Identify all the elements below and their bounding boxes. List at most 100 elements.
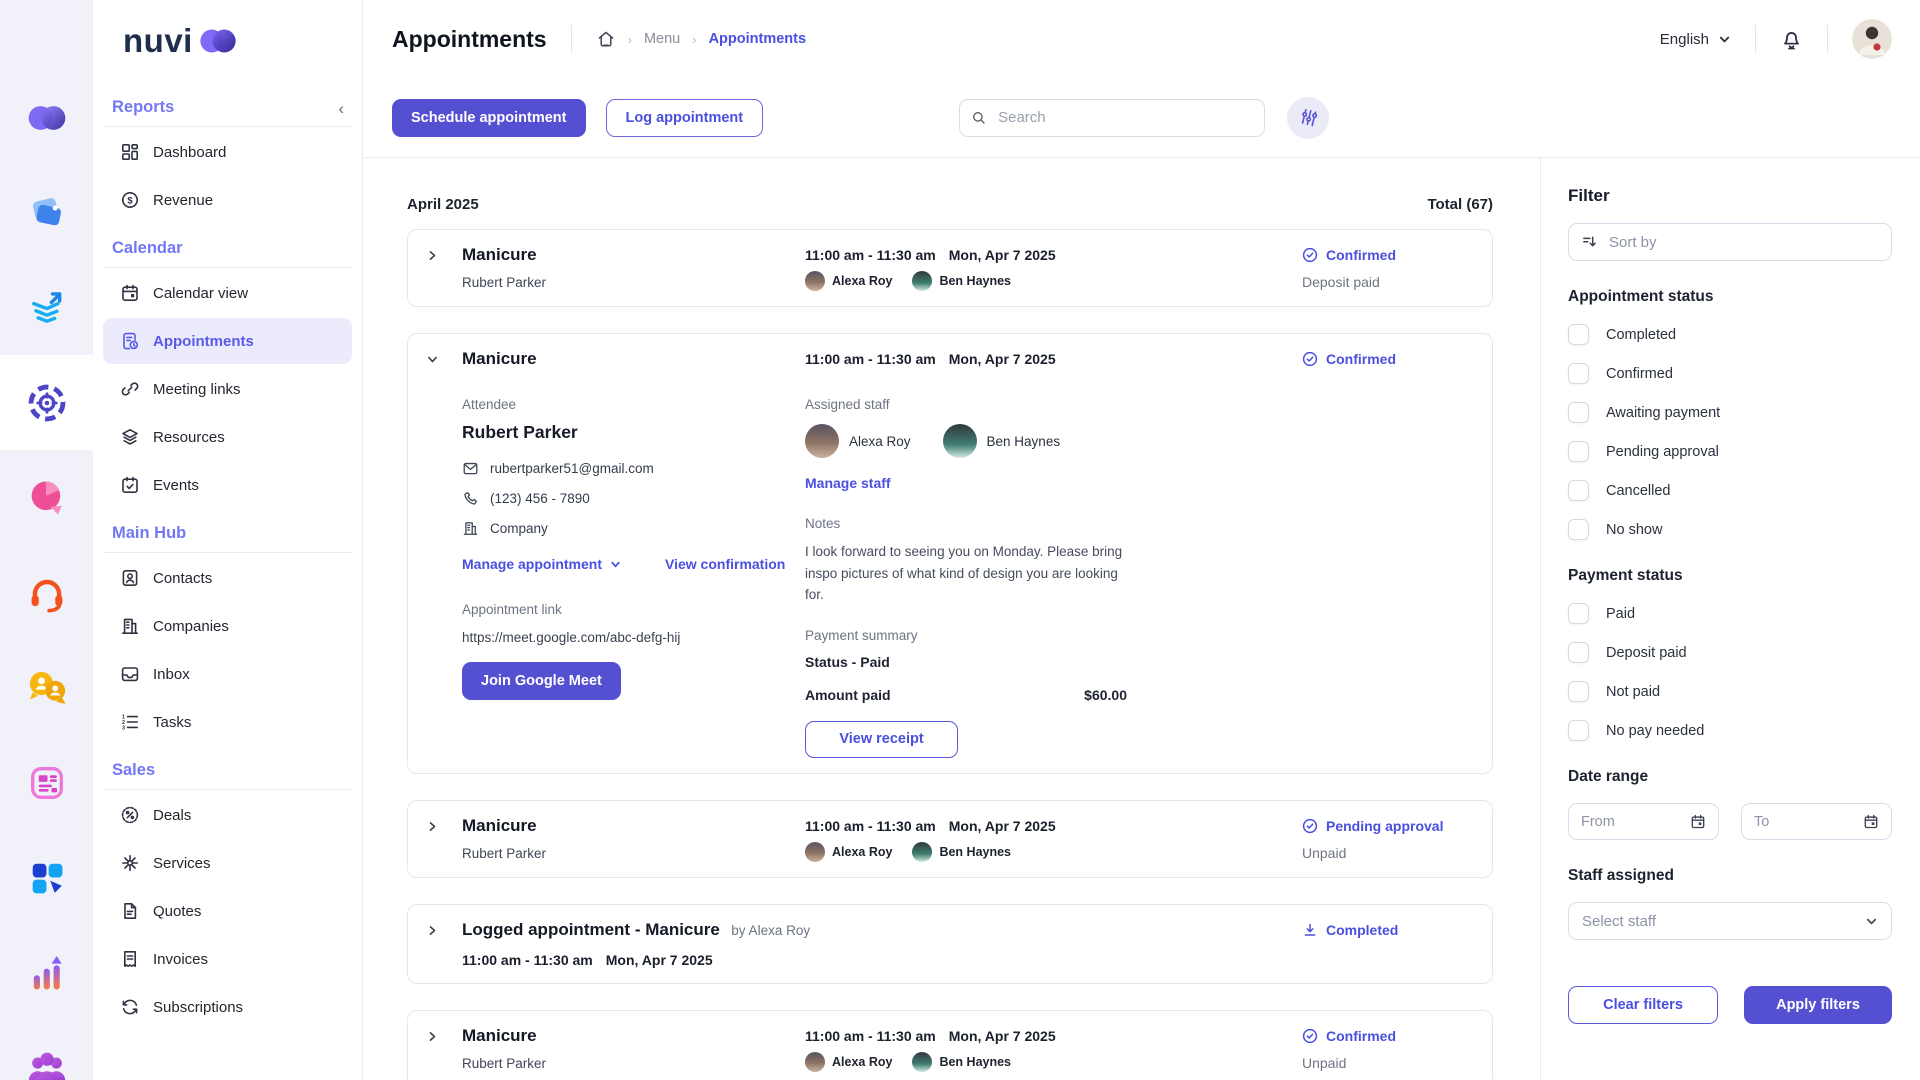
checkbox[interactable] xyxy=(1568,441,1589,462)
language-selector[interactable]: English xyxy=(1660,31,1731,48)
filter-option-paid[interactable]: Paid xyxy=(1568,603,1892,624)
rail-app-infinity[interactable] xyxy=(0,70,93,165)
clear-filters-button[interactable]: Clear filters xyxy=(1568,986,1718,1024)
divider xyxy=(1827,25,1828,53)
checkbox[interactable] xyxy=(1568,363,1589,384)
sidebar-item-inbox[interactable]: Inbox xyxy=(103,651,352,697)
filter-option-pending-approval[interactable]: Pending approval xyxy=(1568,441,1892,462)
section-heading-calendar: Calendar xyxy=(103,239,352,268)
sidebar-item-revenue[interactable]: $ Revenue xyxy=(103,177,352,223)
date-from-input[interactable]: From xyxy=(1568,803,1719,840)
rail-app-community[interactable] xyxy=(0,1020,93,1080)
rail-app-growth[interactable] xyxy=(0,260,93,355)
checkbox[interactable] xyxy=(1568,720,1589,741)
sidebar-item-invoices[interactable]: Invoices xyxy=(103,936,352,982)
expand-chevron-icon[interactable] xyxy=(426,820,439,833)
rail-app-news[interactable] xyxy=(0,735,93,830)
home-icon[interactable] xyxy=(596,29,616,49)
breadcrumb-menu[interactable]: Menu xyxy=(644,31,680,47)
sidebar-item-services[interactable]: Services xyxy=(103,840,352,886)
filter-toggle-button[interactable] xyxy=(1287,97,1329,139)
avatar-alexa-roy xyxy=(805,424,839,458)
avatar-alexa-roy xyxy=(805,842,825,862)
sidebar-item-subscriptions[interactable]: Subscriptions xyxy=(103,984,352,1030)
sort-icon xyxy=(1581,234,1598,251)
sidebar-item-tasks[interactable]: 1 2 3 Tasks xyxy=(103,699,352,745)
status-badge: Completed xyxy=(1302,920,1474,938)
checkbox[interactable] xyxy=(1568,324,1589,345)
sidebar-item-deals[interactable]: Deals xyxy=(103,792,352,838)
filter-option-no-pay-needed[interactable]: No pay needed xyxy=(1568,720,1892,741)
manage-staff-link[interactable]: Manage staff xyxy=(805,475,1474,491)
check-circle-icon xyxy=(1302,247,1318,263)
checkbox[interactable] xyxy=(1568,519,1589,540)
sidebar-item-resources[interactable]: Resources xyxy=(103,414,352,460)
appointment-card[interactable]: Manicure Rubert Parker 11:00 am - 11:30 … xyxy=(407,1010,1493,1080)
appointment-card[interactable]: Manicure Rubert Parker 11:00 am - 11:30 … xyxy=(407,800,1493,878)
join-google-meet-button[interactable]: Join Google Meet xyxy=(462,662,621,700)
appointment-link-url[interactable]: https://meet.google.com/abc-defg-hij xyxy=(462,630,805,645)
sidebar-item-events[interactable]: Events xyxy=(103,462,352,508)
filter-option-confirmed[interactable]: Confirmed xyxy=(1568,363,1892,384)
people-group-icon xyxy=(25,1046,69,1080)
rail-app-apps[interactable] xyxy=(0,830,93,925)
section-heading-reports: Reports ‹ xyxy=(103,98,352,127)
checkbox[interactable] xyxy=(1568,681,1589,702)
divider xyxy=(1755,25,1756,53)
log-appointment-button[interactable]: Log appointment xyxy=(606,99,764,137)
envelope-icon xyxy=(462,460,479,477)
assigned-staff-label: Assigned staff xyxy=(805,397,1474,412)
avatar-alexa-roy xyxy=(805,1052,825,1072)
calendar-icon xyxy=(1863,814,1879,830)
rail-app-support[interactable] xyxy=(0,545,93,640)
rail-app-analytics[interactable] xyxy=(0,925,93,1020)
filter-option-no-show[interactable]: No show xyxy=(1568,519,1892,540)
sidebar-item-appointments[interactable]: Appointments xyxy=(103,318,352,364)
user-avatar[interactable] xyxy=(1852,19,1892,59)
checkbox[interactable] xyxy=(1568,402,1589,423)
filter-option-deposit-paid[interactable]: Deposit paid xyxy=(1568,642,1892,663)
status-badge: Confirmed xyxy=(1302,1026,1474,1044)
checkbox[interactable] xyxy=(1568,480,1589,501)
collapse-chevron-icon[interactable] xyxy=(426,353,439,366)
appointment-title-row: Logged appointment - Manicure by Alexa R… xyxy=(462,920,1302,940)
apply-filters-button[interactable]: Apply filters xyxy=(1744,986,1892,1024)
appointment-attendee: Rubert Parker xyxy=(462,275,805,290)
sidebar-collapse-icon[interactable]: ‹ xyxy=(338,100,346,117)
filter-title: Filter xyxy=(1568,186,1892,206)
filter-option-awaiting-payment[interactable]: Awaiting payment xyxy=(1568,402,1892,423)
view-confirmation-link[interactable]: View confirmation xyxy=(665,556,785,572)
manage-appointment-link[interactable]: Manage appointment xyxy=(462,556,621,572)
appointment-time: 11:00 am - 11:30 amMon, Apr 7 2025 xyxy=(462,952,1302,968)
sidebar-item-quotes[interactable]: Quotes xyxy=(103,888,352,934)
schedule-appointment-button[interactable]: Schedule appointment xyxy=(392,99,586,137)
layers-icon xyxy=(120,427,140,447)
appointment-card[interactable]: Manicure Rubert Parker 11:00 am - 11:30 … xyxy=(407,229,1493,307)
checkbox[interactable] xyxy=(1568,642,1589,663)
filter-option-not-paid[interactable]: Not paid xyxy=(1568,681,1892,702)
filter-option-completed[interactable]: Completed xyxy=(1568,324,1892,345)
rail-app-automation[interactable] xyxy=(0,355,93,450)
filter-option-cancelled[interactable]: Cancelled xyxy=(1568,480,1892,501)
date-to-input[interactable]: To xyxy=(1741,803,1892,840)
expand-chevron-icon[interactable] xyxy=(426,924,439,937)
checkbox[interactable] xyxy=(1568,603,1589,624)
status-badge: Confirmed xyxy=(1302,349,1474,367)
staff-select[interactable]: Select staff xyxy=(1568,902,1892,940)
sidebar-item-calendar-view[interactable]: Calendar view xyxy=(103,270,352,316)
logged-appointment-card[interactable]: Logged appointment - Manicure by Alexa R… xyxy=(407,904,1493,984)
rail-app-conversations[interactable] xyxy=(0,640,93,735)
rail-app-tags[interactable] xyxy=(0,165,93,260)
view-receipt-button[interactable]: View receipt xyxy=(805,721,958,758)
sidebar-item-companies[interactable]: Companies xyxy=(103,603,352,649)
expand-chevron-icon[interactable] xyxy=(426,249,439,262)
payment-status: Unpaid xyxy=(1302,845,1474,861)
sidebar-item-dashboard[interactable]: Dashboard xyxy=(103,129,352,175)
notifications-bell-icon[interactable] xyxy=(1780,28,1803,51)
sidebar-item-meeting-links[interactable]: Meeting links xyxy=(103,366,352,412)
rail-app-insights[interactable] xyxy=(0,450,93,545)
sidebar-item-contacts[interactable]: Contacts xyxy=(103,555,352,601)
search-input[interactable] xyxy=(959,99,1265,137)
sort-by-select[interactable]: Sort by xyxy=(1568,223,1892,261)
expand-chevron-icon[interactable] xyxy=(426,1030,439,1043)
